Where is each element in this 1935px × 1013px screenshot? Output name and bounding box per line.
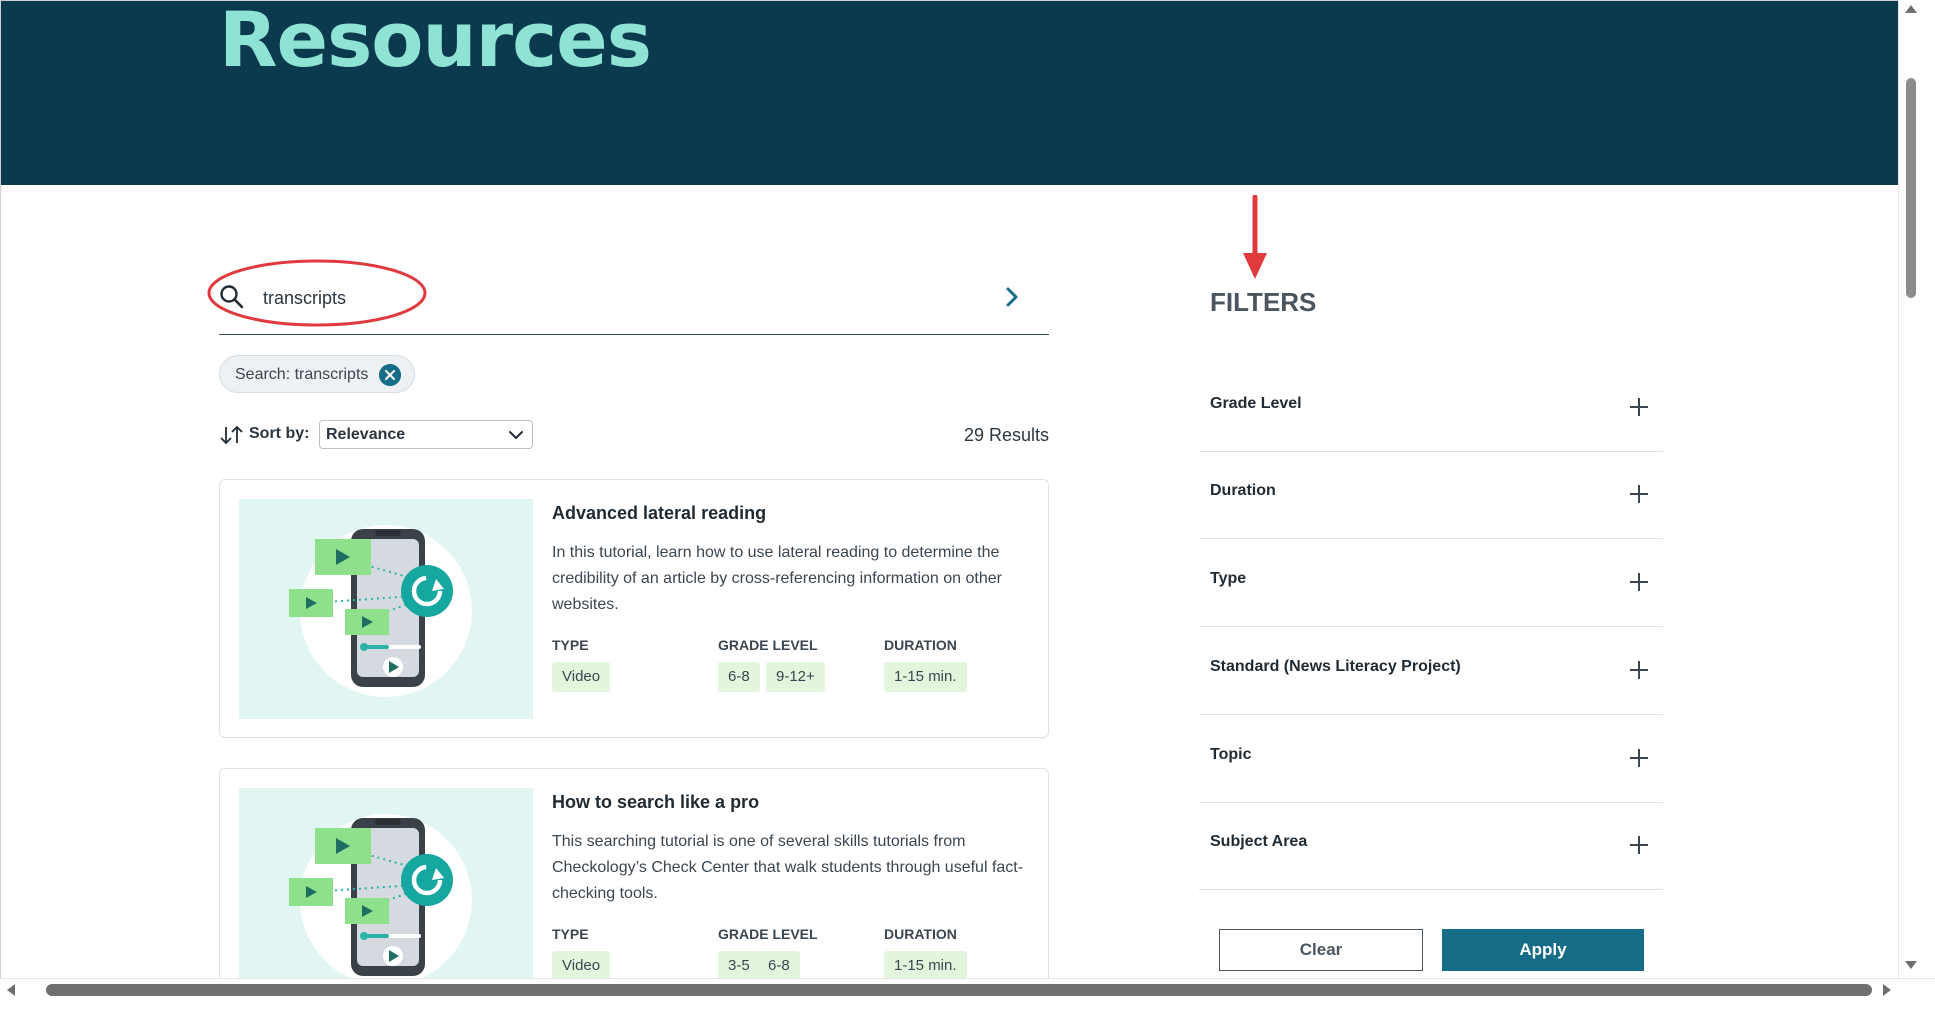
hero-banner: Resources (1, 1, 1899, 185)
sort-label: Sort by: (249, 425, 310, 442)
sort-select[interactable]: Relevance (319, 420, 533, 449)
type-tag: Video (552, 662, 611, 692)
plus-icon (1630, 485, 1648, 503)
filter-label: Standard (News Literacy Project) (1210, 658, 1461, 675)
card-title[interactable]: How to search like a pro (552, 792, 759, 813)
plus-icon (1630, 398, 1648, 416)
results-count: 29 Results (963, 425, 1049, 445)
card-thumbnail (239, 499, 533, 719)
resource-card[interactable]: How to search like a pro This searching … (219, 768, 1049, 979)
card-title[interactable]: Advanced lateral reading (552, 503, 766, 524)
chevron-down-icon (509, 431, 523, 440)
grade-tag: 6-8 (758, 951, 800, 979)
chevron-right-icon[interactable] (999, 282, 1027, 312)
card-thumbnail (239, 788, 533, 979)
grade-tag: 6-8 (718, 662, 760, 692)
card-description: In this tutorial, learn how to use later… (552, 544, 1002, 613)
meta-type-label: TYPE (552, 926, 589, 942)
scroll-up-arrow-icon[interactable] (1904, 4, 1918, 14)
search-input[interactable] (261, 282, 945, 314)
filter-standard[interactable]: Standard (News Literacy Project) (1199, 628, 1663, 715)
resource-card[interactable]: Advanced lateral reading In this tutoria… (219, 479, 1049, 738)
scroll-right-arrow-icon[interactable] (1882, 983, 1892, 997)
filter-grade-level[interactable]: Grade Level (1199, 365, 1663, 452)
filter-duration[interactable]: Duration (1199, 452, 1663, 539)
filter-label: Subject Area (1210, 833, 1308, 850)
type-tag: Video (552, 951, 611, 979)
plus-icon (1630, 836, 1648, 854)
vertical-scroll-thumb[interactable] (1906, 78, 1916, 298)
meta-duration-label: DURATION (884, 637, 957, 653)
card-description: This searching tutorial is one of severa… (552, 833, 1024, 902)
meta-type-label: TYPE (552, 637, 589, 653)
grade-tag: 3-5 (718, 951, 760, 979)
horizontal-scroll-thumb[interactable] (46, 984, 1872, 996)
phone-video-illustration (289, 814, 472, 979)
apply-button[interactable]: Apply (1442, 929, 1644, 971)
plus-icon (1630, 573, 1648, 591)
search-bar (219, 276, 1049, 335)
phone-video-illustration (289, 525, 472, 697)
page: Resources Search: transcripts Sort by: (0, 0, 1899, 979)
close-icon[interactable] (379, 364, 402, 386)
filter-label: Type (1210, 570, 1247, 587)
filter-label: Topic (1210, 746, 1252, 763)
sort-arrows-icon (220, 425, 243, 445)
meta-grade-label: GRADE LEVEL (718, 637, 818, 653)
meta-duration-label: DURATION (884, 926, 957, 942)
filters-heading: FILTERS (1210, 287, 1317, 317)
scroll-down-arrow-icon[interactable] (1904, 960, 1918, 970)
filter-topic[interactable]: Topic (1199, 716, 1663, 803)
plus-icon (1630, 749, 1648, 767)
scroll-left-arrow-icon[interactable] (6, 983, 16, 997)
duration-tag: 1-15 min. (884, 951, 967, 979)
active-filter-chip: Search: transcripts (219, 355, 416, 393)
sort-selected-value: Relevance (326, 426, 406, 443)
annotation-arrow (1243, 195, 1267, 279)
meta-grade-label: GRADE LEVEL (718, 926, 818, 942)
plus-icon (1630, 661, 1648, 679)
page-title: Resources (219, 0, 652, 84)
filter-subject-area[interactable]: Subject Area (1199, 803, 1663, 890)
clear-button[interactable]: Clear (1219, 929, 1423, 971)
filter-type[interactable]: Type (1199, 540, 1663, 627)
filter-label: Duration (1210, 482, 1276, 499)
chip-label: Search: transcripts (235, 366, 369, 383)
vertical-scrollbar[interactable] (1898, 0, 1935, 978)
filter-label: Grade Level (1210, 395, 1302, 412)
search-icon (220, 285, 244, 309)
grade-tag: 9-12+ (766, 662, 825, 692)
duration-tag: 1-15 min. (884, 662, 967, 692)
